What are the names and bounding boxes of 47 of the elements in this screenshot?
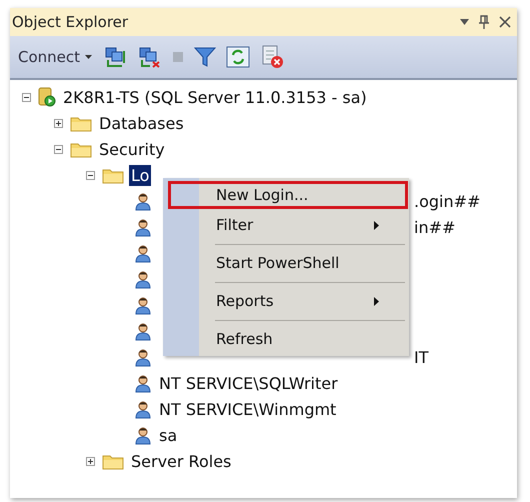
user-icon: [134, 348, 152, 366]
menu-item[interactable]: Refresh: [163, 324, 409, 354]
menu-item[interactable]: Reports: [163, 286, 409, 316]
connect-button[interactable]: Connect: [16, 46, 94, 68]
user-icon: [134, 374, 152, 392]
collapse-icon[interactable]: [52, 144, 65, 154]
collapse-icon[interactable]: [84, 170, 97, 180]
server-disconnect-icon[interactable]: [138, 46, 162, 68]
server-icon: [38, 87, 56, 107]
tree-item[interactable]: Lo: [129, 164, 152, 186]
submenu-arrow-icon: [374, 220, 379, 230]
menu-item[interactable]: Start PowerShell: [163, 248, 409, 278]
tree-item[interactable]: Server Roles: [129, 450, 234, 472]
tree-item[interactable]: NT SERVICE\SQLWriter: [157, 372, 340, 394]
folder-icon: [102, 166, 124, 184]
filter-icon[interactable]: [194, 47, 216, 67]
collapse-icon[interactable]: [20, 92, 33, 102]
refresh-icon[interactable]: [226, 46, 250, 68]
tree-item[interactable]: IT: [412, 346, 430, 368]
close-icon[interactable]: [499, 16, 511, 28]
tree-item[interactable]: Security: [97, 138, 167, 160]
tree-item[interactable]: .ogin##: [412, 190, 482, 212]
tree-item[interactable]: 2K8R1-TS (SQL Server 11.0.3153 - sa): [61, 86, 369, 108]
caret-icon: [85, 55, 92, 59]
tree-item[interactable]: sa: [157, 424, 180, 446]
user-icon: [134, 322, 152, 340]
panel-title: Object Explorer: [12, 13, 128, 31]
dropdown-icon[interactable]: [460, 19, 469, 25]
folder-icon: [70, 140, 92, 158]
user-icon: [134, 400, 152, 418]
user-icon: [134, 270, 152, 288]
folder-icon: [102, 452, 124, 470]
submenu-arrow-icon: [374, 296, 379, 306]
expand-icon[interactable]: [52, 118, 65, 128]
user-icon: [134, 244, 152, 262]
user-icon: [134, 192, 152, 210]
tree-item[interactable]: NT SERVICE\Winmgmt: [157, 398, 338, 420]
tree-item[interactable]: in##: [412, 216, 458, 238]
expand-icon[interactable]: [84, 456, 97, 466]
tree-item[interactable]: Databases: [97, 112, 186, 134]
menu-item[interactable]: Filter: [163, 210, 409, 240]
pin-icon[interactable]: [479, 15, 489, 29]
folder-icon: [70, 114, 92, 132]
menu-item[interactable]: New Login...: [167, 180, 409, 210]
user-icon: [134, 296, 152, 314]
user-icon: [134, 218, 152, 236]
user-icon: [134, 426, 152, 444]
